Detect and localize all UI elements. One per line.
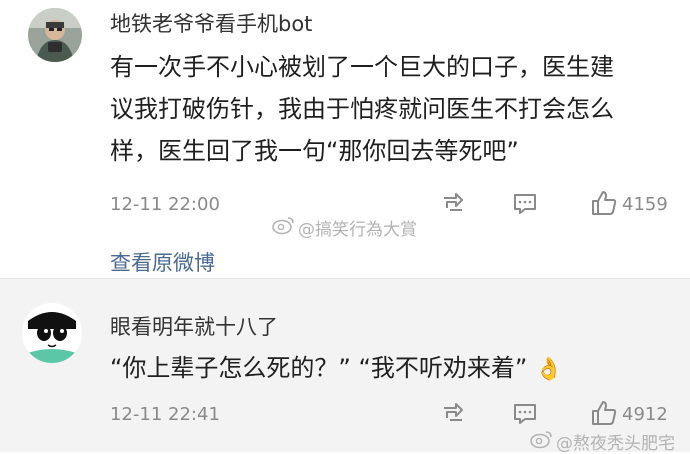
comment-time: 12-11 22:41 [110, 404, 220, 425]
comment-card: 眼看明年就十八了 “你上辈子怎么死的？” “我不听劝来着” 👌 12-11 22… [0, 279, 690, 454]
weibo-logo-icon [272, 217, 294, 235]
comment-card: 地铁老爷爷看手机bot 有一次手不小心被划了一个巨大的口子，医生建 议我打破伤针… [0, 0, 690, 279]
comment-text-line: “你上辈子怎么死的？” “我不听劝来着” [110, 354, 528, 382]
repost-icon[interactable] [440, 402, 466, 426]
comment-icon[interactable] [512, 192, 538, 216]
username[interactable]: 地铁老爷爷看手机bot [110, 8, 312, 38]
comment-text: 有一次手不小心被划了一个巨大的口子，医生建 议我打破伤针，我由于怕疼就问医生不打… [110, 46, 670, 172]
comment-text-line: 议我打破伤针，我由于怕疼就问医生不打会怎么 [110, 95, 614, 123]
like-count: 4159 [622, 194, 668, 215]
view-original-link[interactable]: 查看原微博 [110, 247, 215, 277]
watermark: @搞笑行為大賞 [298, 220, 417, 240]
watermark: @熬夜秃头肥宅 [556, 434, 675, 454]
username[interactable]: 眼看明年就十八了 [110, 311, 278, 341]
user-avatar[interactable] [22, 303, 82, 363]
thumbs-up-icon[interactable] [590, 399, 618, 427]
repost-icon[interactable] [440, 192, 466, 216]
comment-text: “你上辈子怎么死的？” “我不听劝来着” 👌 [110, 347, 562, 391]
comment-icon[interactable] [512, 402, 538, 426]
thumbs-up-icon[interactable] [590, 189, 618, 217]
comment-time: 12-11 22:00 [110, 194, 220, 215]
user-avatar[interactable] [28, 8, 82, 62]
comment-text-line: 有一次手不小心被划了一个巨大的口子，医生建 [110, 53, 614, 81]
ok-hand-emoji: 👌 [535, 357, 563, 382]
weibo-logo-icon [530, 431, 552, 449]
comment-text-line: 样，医生回了我一句“那你回去等死吧” [110, 137, 519, 165]
like-count: 4912 [622, 404, 668, 425]
